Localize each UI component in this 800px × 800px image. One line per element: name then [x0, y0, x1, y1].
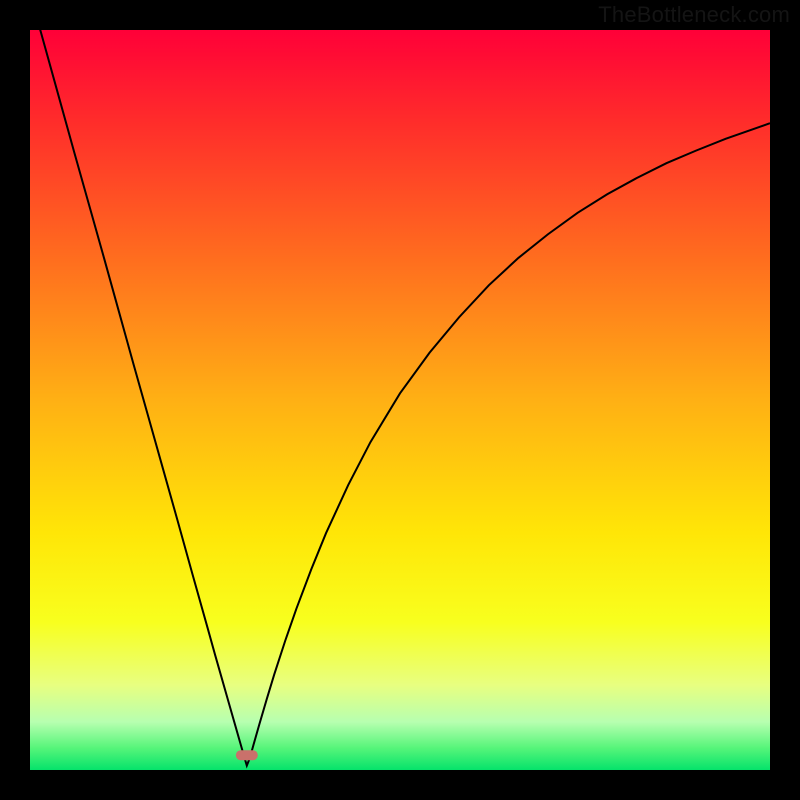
watermark-text: TheBottleneck.com: [598, 2, 790, 28]
gradient-background: [30, 30, 770, 770]
plot-area: [30, 30, 770, 770]
chart-frame: TheBottleneck.com: [0, 0, 800, 800]
bottleneck-chart: [30, 30, 770, 770]
optimal-marker: [236, 750, 258, 760]
